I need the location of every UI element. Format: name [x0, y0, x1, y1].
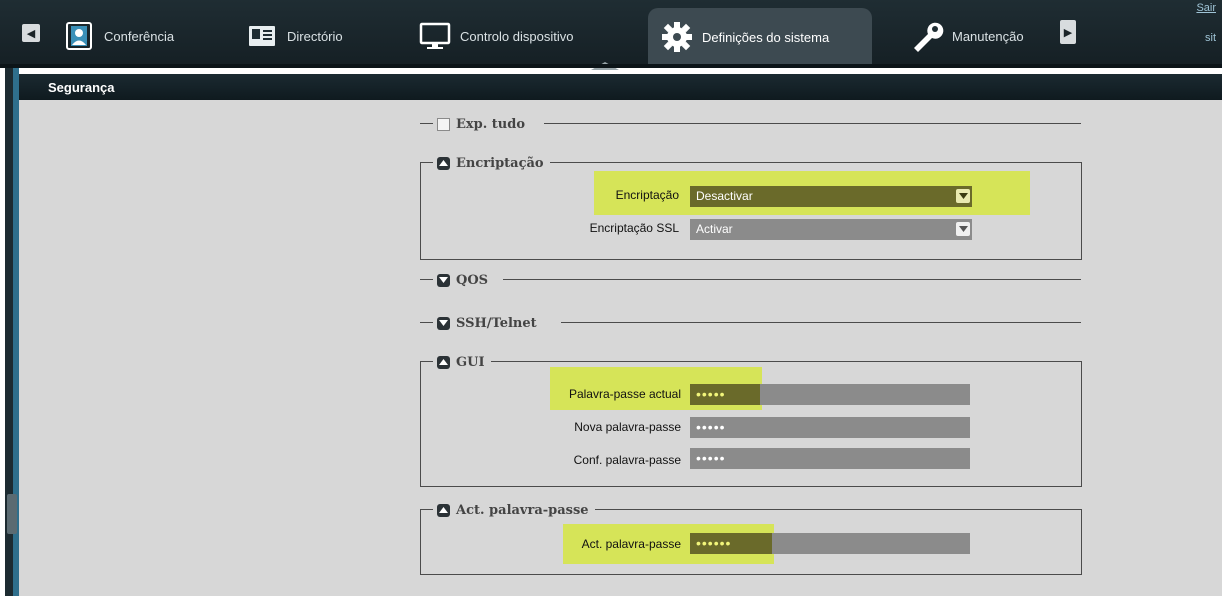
divider — [420, 279, 433, 280]
collapse-up-icon[interactable] — [437, 503, 450, 517]
settings-panel: Exp. tudo Encriptação Encriptação Desact… — [19, 100, 1222, 596]
ssh-label: SSH/Telnet — [456, 315, 537, 331]
activation-password-legend-label: Act. palavra-passe — [456, 502, 589, 518]
expand-all-toggle[interactable]: Exp. tudo — [433, 115, 532, 133]
top-navigation-bar: ◀ Conferência Directório Controlo dispos… — [0, 0, 1222, 70]
tab-conferencia[interactable]: Conferência — [62, 10, 192, 62]
expand-down-icon[interactable] — [437, 316, 450, 330]
current-password-field[interactable]: ••••• — [690, 384, 970, 405]
back-arrow-icon[interactable]: ◀ — [22, 24, 40, 42]
chevron-down-icon — [956, 222, 970, 236]
gui-legend-label: GUI — [456, 354, 485, 370]
divider — [561, 322, 1081, 323]
divider — [420, 123, 433, 124]
expand-down-icon[interactable] — [437, 273, 450, 287]
wrench-icon — [910, 20, 944, 52]
address-book-icon — [245, 20, 279, 52]
topbar-divider — [0, 64, 1222, 68]
current-password-value: ••••• — [696, 386, 726, 402]
new-password-field[interactable]: ••••• — [690, 417, 970, 438]
new-password-value: ••••• — [696, 419, 726, 435]
gear-icon — [660, 21, 694, 53]
activation-password-label: Act. palavra-passe — [581, 537, 681, 551]
encryption-legend[interactable]: Encriptação — [433, 154, 550, 172]
confirm-password-label: Conf. palavra-passe — [573, 453, 681, 467]
activation-password-legend[interactable]: Act. palavra-passe — [433, 501, 595, 519]
current-password-label: Palavra-passe actual — [568, 387, 681, 401]
divider — [544, 123, 1081, 124]
collapse-up-icon[interactable] — [437, 355, 450, 369]
tab-directorio[interactable]: Directório — [245, 10, 365, 62]
ssl-label: Encriptação SSL — [589, 221, 679, 235]
tab-label: Conferência — [104, 28, 175, 44]
monitor-icon — [418, 20, 452, 52]
collapse-up-icon[interactable] — [437, 156, 450, 170]
confirm-password-field[interactable]: ••••• — [690, 448, 970, 469]
activation-password-field[interactable]: •••••• — [690, 533, 970, 554]
qos-label: QOS — [456, 272, 489, 288]
tab-label: Manutenção — [952, 28, 1024, 44]
tab-definicoes-do-sistema[interactable]: Definições do sistema — [648, 8, 872, 66]
divider — [503, 279, 1081, 280]
forward-arrow-icon[interactable]: ▶ — [1060, 20, 1076, 44]
qos-legend[interactable]: QOS — [433, 271, 495, 289]
collapse-handle[interactable] — [7, 494, 17, 534]
tab-label: Controlo dispositivo — [460, 28, 574, 44]
ssl-select[interactable]: Activar — [690, 219, 972, 240]
divider — [420, 322, 433, 323]
confirm-password-value: ••••• — [696, 450, 726, 466]
encryption-select[interactable]: Desactivar — [690, 186, 972, 207]
tab-label: Definições do sistema — [702, 29, 830, 45]
contact-card-icon — [62, 20, 96, 52]
encryption-legend-label: Encriptação — [456, 155, 544, 171]
chevron-down-icon — [956, 189, 970, 203]
ssh-legend[interactable]: SSH/Telnet — [433, 314, 543, 332]
expand-all-label: Exp. tudo — [456, 116, 526, 132]
encryption-value: Desactivar — [696, 189, 753, 203]
tab-controlo-dispositivo[interactable]: Controlo dispositivo — [418, 10, 608, 62]
gui-legend[interactable]: GUI — [433, 353, 491, 371]
tab-label: Directório — [287, 28, 343, 44]
page-title-bar: Segurança — [19, 74, 1222, 100]
ssl-value: Activar — [696, 222, 733, 236]
page-title: Segurança — [48, 80, 115, 95]
activation-password-value: •••••• — [696, 535, 732, 551]
new-password-label: Nova palavra-passe — [574, 420, 681, 434]
encryption-label: Encriptação — [615, 188, 679, 202]
expand-all-checkbox[interactable] — [437, 117, 450, 131]
site-label: sit — [1205, 32, 1216, 44]
tab-manutencao[interactable]: Manutenção — [910, 10, 1050, 62]
logout-link[interactable]: Sair — [1196, 2, 1216, 14]
